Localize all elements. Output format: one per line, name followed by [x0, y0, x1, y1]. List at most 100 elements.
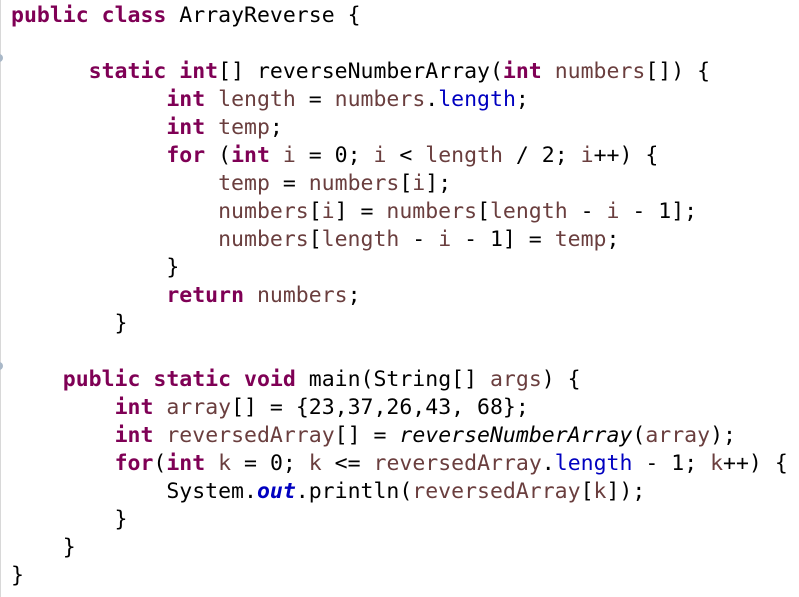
code-token: reversedArray: [166, 423, 335, 448]
code-line[interactable]: }: [11, 506, 128, 534]
code-token: <=: [321, 451, 374, 476]
code-token: [] =: [334, 423, 400, 448]
code-token: - 1] =: [451, 227, 555, 252]
code-token: array: [166, 395, 232, 420]
code-line[interactable]: for(int k = 0; k <= reversedArray.length…: [11, 450, 788, 478]
code-line[interactable]: int temp;: [11, 114, 283, 142]
code-line[interactable]: }: [11, 254, 179, 282]
code-token: ] =: [334, 199, 387, 224]
code-line[interactable]: }: [11, 534, 76, 562]
code-token: numbers: [256, 283, 348, 308]
code-token: ;: [515, 87, 529, 112]
code-token: [: [477, 199, 490, 224]
code-token: length: [425, 143, 503, 168]
code-token: k: [710, 451, 724, 476]
code-token: k: [218, 451, 232, 476]
code-token: ;: [606, 227, 620, 252]
code-line[interactable]: numbers[length - i - 1] = temp;: [11, 226, 619, 254]
code-line[interactable]: numbers[i] = numbers[length - i - 1];: [11, 198, 697, 226]
code-line[interactable]: return numbers;: [11, 282, 361, 310]
code-token: int: [502, 59, 542, 84]
code-token: }: [11, 311, 128, 336]
code-token: for: [114, 451, 154, 476]
code-token: =: [295, 87, 335, 112]
code-line[interactable]: static int[] reverseNumberArray(int numb…: [11, 58, 710, 86]
code-token: length: [554, 451, 633, 476]
code-token: array: [645, 423, 711, 448]
code-token: numbers: [218, 199, 309, 224]
code-token: i: [321, 199, 335, 224]
code-token: numbers: [334, 87, 426, 112]
code-token: reverseNumberArray: [399, 423, 633, 448]
code-token: ];: [425, 171, 452, 196]
code-token: (: [205, 143, 232, 168]
code-token: ) {: [541, 367, 581, 392]
fold-marker-icon[interactable]: [0, 54, 3, 62]
code-token: static: [88, 59, 167, 84]
code-token: void: [244, 367, 296, 392]
code-line[interactable]: }: [11, 310, 128, 338]
code-line[interactable]: for (int i = 0; i < length / 2; i++) {: [11, 142, 658, 170]
code-token: []) {: [645, 59, 711, 84]
code-token: System.: [11, 479, 257, 504]
code-token: }: [11, 563, 24, 588]
code-token: args: [489, 367, 542, 392]
code-token: i: [438, 227, 452, 252]
code-token: numbers: [386, 199, 478, 224]
code-token: = 0;: [231, 451, 309, 476]
code-token: temp: [218, 171, 270, 196]
code-token: [: [399, 171, 413, 196]
code-token: -: [399, 227, 439, 252]
code-token: (: [632, 423, 646, 448]
code-line[interactable]: int reversedArray[] = reverseNumberArray…: [11, 422, 736, 450]
code-token: i: [412, 171, 426, 196]
fold-marker-icon[interactable]: [0, 362, 3, 370]
code-token: static: [153, 367, 232, 392]
code-token: length: [489, 199, 568, 224]
code-line[interactable]: temp = numbers[i];: [11, 170, 451, 198]
code-line[interactable]: public class ArrayReverse {: [11, 2, 361, 30]
code-line[interactable]: }: [11, 562, 24, 590]
code-token: i: [580, 143, 594, 168]
code-token: k: [308, 451, 322, 476]
code-line[interactable]: int length = numbers.length;: [11, 86, 529, 114]
code-line[interactable]: System.out.println(reversedArray[k]);: [11, 478, 645, 506]
code-token: }: [11, 507, 128, 532]
code-token: (: [153, 451, 167, 476]
code-token: int: [166, 87, 206, 112]
code-token: int: [114, 395, 154, 420]
code-token: length: [438, 87, 516, 112]
code-editor[interactable]: public class ArrayReverse { static int[]…: [0, 0, 799, 597]
code-token: }: [11, 255, 180, 280]
code-token: ;: [347, 283, 361, 308]
code-token: -: [567, 199, 607, 224]
code-token: .println(: [295, 479, 413, 504]
code-token: [: [308, 199, 322, 224]
code-line[interactable]: int array[] = {23,37,26,43, 68};: [11, 394, 529, 422]
code-token: int: [166, 451, 206, 476]
code-token: public: [11, 3, 89, 28]
code-token: temp: [554, 227, 607, 252]
code-line[interactable]: public static void main(String[] args) {: [11, 366, 581, 394]
code-token: );: [710, 423, 736, 448]
code-token: numbers: [554, 59, 646, 84]
code-token: i: [606, 199, 620, 224]
code-token: numbers: [308, 171, 400, 196]
code-token: numbers: [218, 227, 309, 252]
